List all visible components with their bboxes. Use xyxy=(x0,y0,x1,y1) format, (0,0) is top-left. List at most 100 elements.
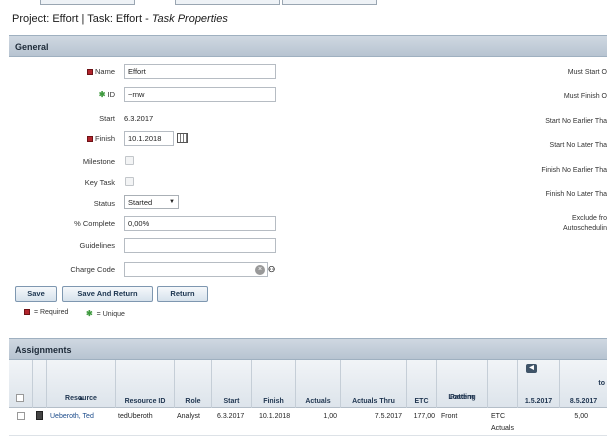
page-title-text: Project: Effort | Task: Effort - xyxy=(12,13,152,25)
start-label: Start xyxy=(99,114,115,123)
select-all-checkbox[interactable] xyxy=(16,394,24,402)
select-all-column xyxy=(9,360,33,408)
resource-id-header-text: Resource ID xyxy=(124,398,166,405)
percent-complete-label: % Complete xyxy=(74,219,115,228)
actuals-header-text: Actuals xyxy=(305,398,331,405)
actuals-thru-cell: 7.5.2017 xyxy=(374,413,402,420)
role-cell: Analyst xyxy=(177,413,200,420)
table-row[interactable]: Ueberoth, Ted tedUberoth Analyst 6.3.201… xyxy=(9,408,607,436)
name-input[interactable]: Effort xyxy=(124,64,276,79)
tab-edge[interactable] xyxy=(40,0,135,5)
resource-id-column-header[interactable]: Resource ID xyxy=(116,360,175,408)
loading-pattern-column-header[interactable]: Loading Pattern xyxy=(437,360,488,408)
legend-unique: ✱ = Unique xyxy=(86,309,125,318)
finish-cell: 10.1.2018 xyxy=(259,413,291,420)
type-actuals-label: Actuals xyxy=(491,425,514,432)
assignments-grid: Resource ▲ Resource ID Role Start Finish… xyxy=(9,360,607,446)
key-task-label: Key Task xyxy=(84,178,115,187)
etc-cell: 177,00 xyxy=(413,413,435,420)
actuals-cell: 1,00 xyxy=(323,413,337,420)
type-column-header xyxy=(488,360,518,408)
type-etc-label: ETC xyxy=(491,413,505,420)
start-no-earlier-label: Start No Earlier Tha xyxy=(545,118,607,125)
loading-pattern-cell: Front xyxy=(441,413,458,420)
dropdown-arrow-icon: ▼ xyxy=(169,199,175,205)
resource-id-cell: tedUberoth xyxy=(118,413,153,420)
required-icon xyxy=(86,136,93,142)
key-task-checkbox[interactable] xyxy=(125,177,134,186)
charge-code-label: Charge Code xyxy=(70,265,115,274)
finish-no-later-label: Finish No Later Tha xyxy=(545,191,607,198)
charge-code-input[interactable] xyxy=(124,262,268,277)
status-select[interactable]: Started ▼ xyxy=(124,195,179,209)
finish-label: Finish xyxy=(5,134,115,143)
actuals-thru-header-text: Actuals Thru xyxy=(352,398,395,405)
date2-column-header[interactable]: to 8.5.2017 xyxy=(560,360,607,408)
finish-column-header[interactable]: Finish xyxy=(252,360,296,408)
resource-type-icon xyxy=(36,411,43,420)
id-label-text: ID xyxy=(107,90,116,99)
guidelines-label: Guidelines xyxy=(79,241,115,250)
milestone-label: Milestone xyxy=(82,157,115,166)
calendar-icon[interactable] xyxy=(177,133,188,143)
actuals-column-header[interactable]: Actuals xyxy=(296,360,341,408)
start-header-text: Start xyxy=(223,398,240,405)
guidelines-input[interactable] xyxy=(124,238,276,253)
general-section-header[interactable]: General xyxy=(9,35,607,57)
tab-edge[interactable] xyxy=(282,0,377,5)
assignments-section-title: Assignments xyxy=(15,345,72,355)
name-label-text: Name xyxy=(94,67,115,76)
start-no-later-label: Start No Later Tha xyxy=(549,142,607,149)
must-finish-label: Must Finish O xyxy=(563,93,607,100)
actuals-thru-column-header[interactable]: Actuals Thru xyxy=(341,360,407,408)
sort-asc-icon: ▲ xyxy=(77,395,85,402)
save-button[interactable]: Save xyxy=(15,286,57,302)
id-input[interactable]: ~rnw xyxy=(124,87,276,102)
scroll-left-icon[interactable]: ◀ xyxy=(526,364,537,373)
status-select-value: Started xyxy=(128,198,153,207)
start-column-header[interactable]: Start xyxy=(212,360,252,408)
legend-required: = Required xyxy=(24,309,68,316)
return-button[interactable]: Return xyxy=(157,286,208,302)
binoculars-icon[interactable]: ⚇ xyxy=(268,265,277,274)
id-label: ✱ ID xyxy=(5,90,115,99)
icon-column-header xyxy=(33,360,47,408)
start-cell: 6.3.2017 xyxy=(217,413,245,420)
finish-no-earlier-label: Finish No Earlier Tha xyxy=(541,167,607,174)
loading-header-line2: Pattern xyxy=(449,394,475,401)
percent-complete-input[interactable]: 0,00% xyxy=(124,216,276,231)
period-header-text: to xyxy=(598,380,605,387)
must-start-label: Must Start O xyxy=(567,69,607,76)
start-value: 6.3.2017 xyxy=(124,114,154,123)
role-header-text: Role xyxy=(185,398,201,405)
assignments-section-header[interactable]: Assignments xyxy=(9,338,607,360)
general-section-title: General xyxy=(15,42,49,52)
finish-label-text: Finish xyxy=(94,134,115,143)
resource-link[interactable]: Ueberoth, Ted xyxy=(50,412,94,422)
required-icon xyxy=(24,309,30,315)
page-title: Project: Effort | Task: Effort - Task Pr… xyxy=(12,13,228,25)
finish-date-input[interactable]: 10.1.2018 xyxy=(124,131,174,146)
save-and-return-button[interactable]: Save And Return xyxy=(62,286,153,302)
finish-header-text: Finish xyxy=(263,398,284,405)
milestone-checkbox[interactable] xyxy=(125,156,134,165)
status-label: Status xyxy=(93,199,115,208)
etc-header-text: ETC xyxy=(414,398,429,405)
exclude-label-line2: Autoschedulin xyxy=(563,225,607,232)
date2-header-text: 8.5.2017 xyxy=(569,398,598,405)
clear-icon[interactable]: × xyxy=(255,265,265,275)
date1-header-text: 1.5.2017 xyxy=(524,398,553,405)
exclude-label-line1: Exclude fro xyxy=(571,215,607,222)
role-column-header[interactable]: Role xyxy=(175,360,212,408)
date2-value-cell[interactable]: 5,00 xyxy=(560,412,588,422)
resource-column-header[interactable]: Resource ▲ xyxy=(47,360,116,408)
date1-column-header[interactable]: ◀ 1.5.2017 xyxy=(518,360,560,408)
row-checkbox[interactable] xyxy=(17,412,25,420)
unique-icon: ✱ xyxy=(86,309,93,318)
top-tab-strip xyxy=(0,0,607,6)
tab-edge[interactable] xyxy=(175,0,280,5)
etc-column-header[interactable]: ETC xyxy=(407,360,437,408)
grid-header-row: Resource ▲ Resource ID Role Start Finish… xyxy=(9,360,607,408)
required-icon xyxy=(86,69,93,75)
name-label: Name xyxy=(5,67,115,76)
